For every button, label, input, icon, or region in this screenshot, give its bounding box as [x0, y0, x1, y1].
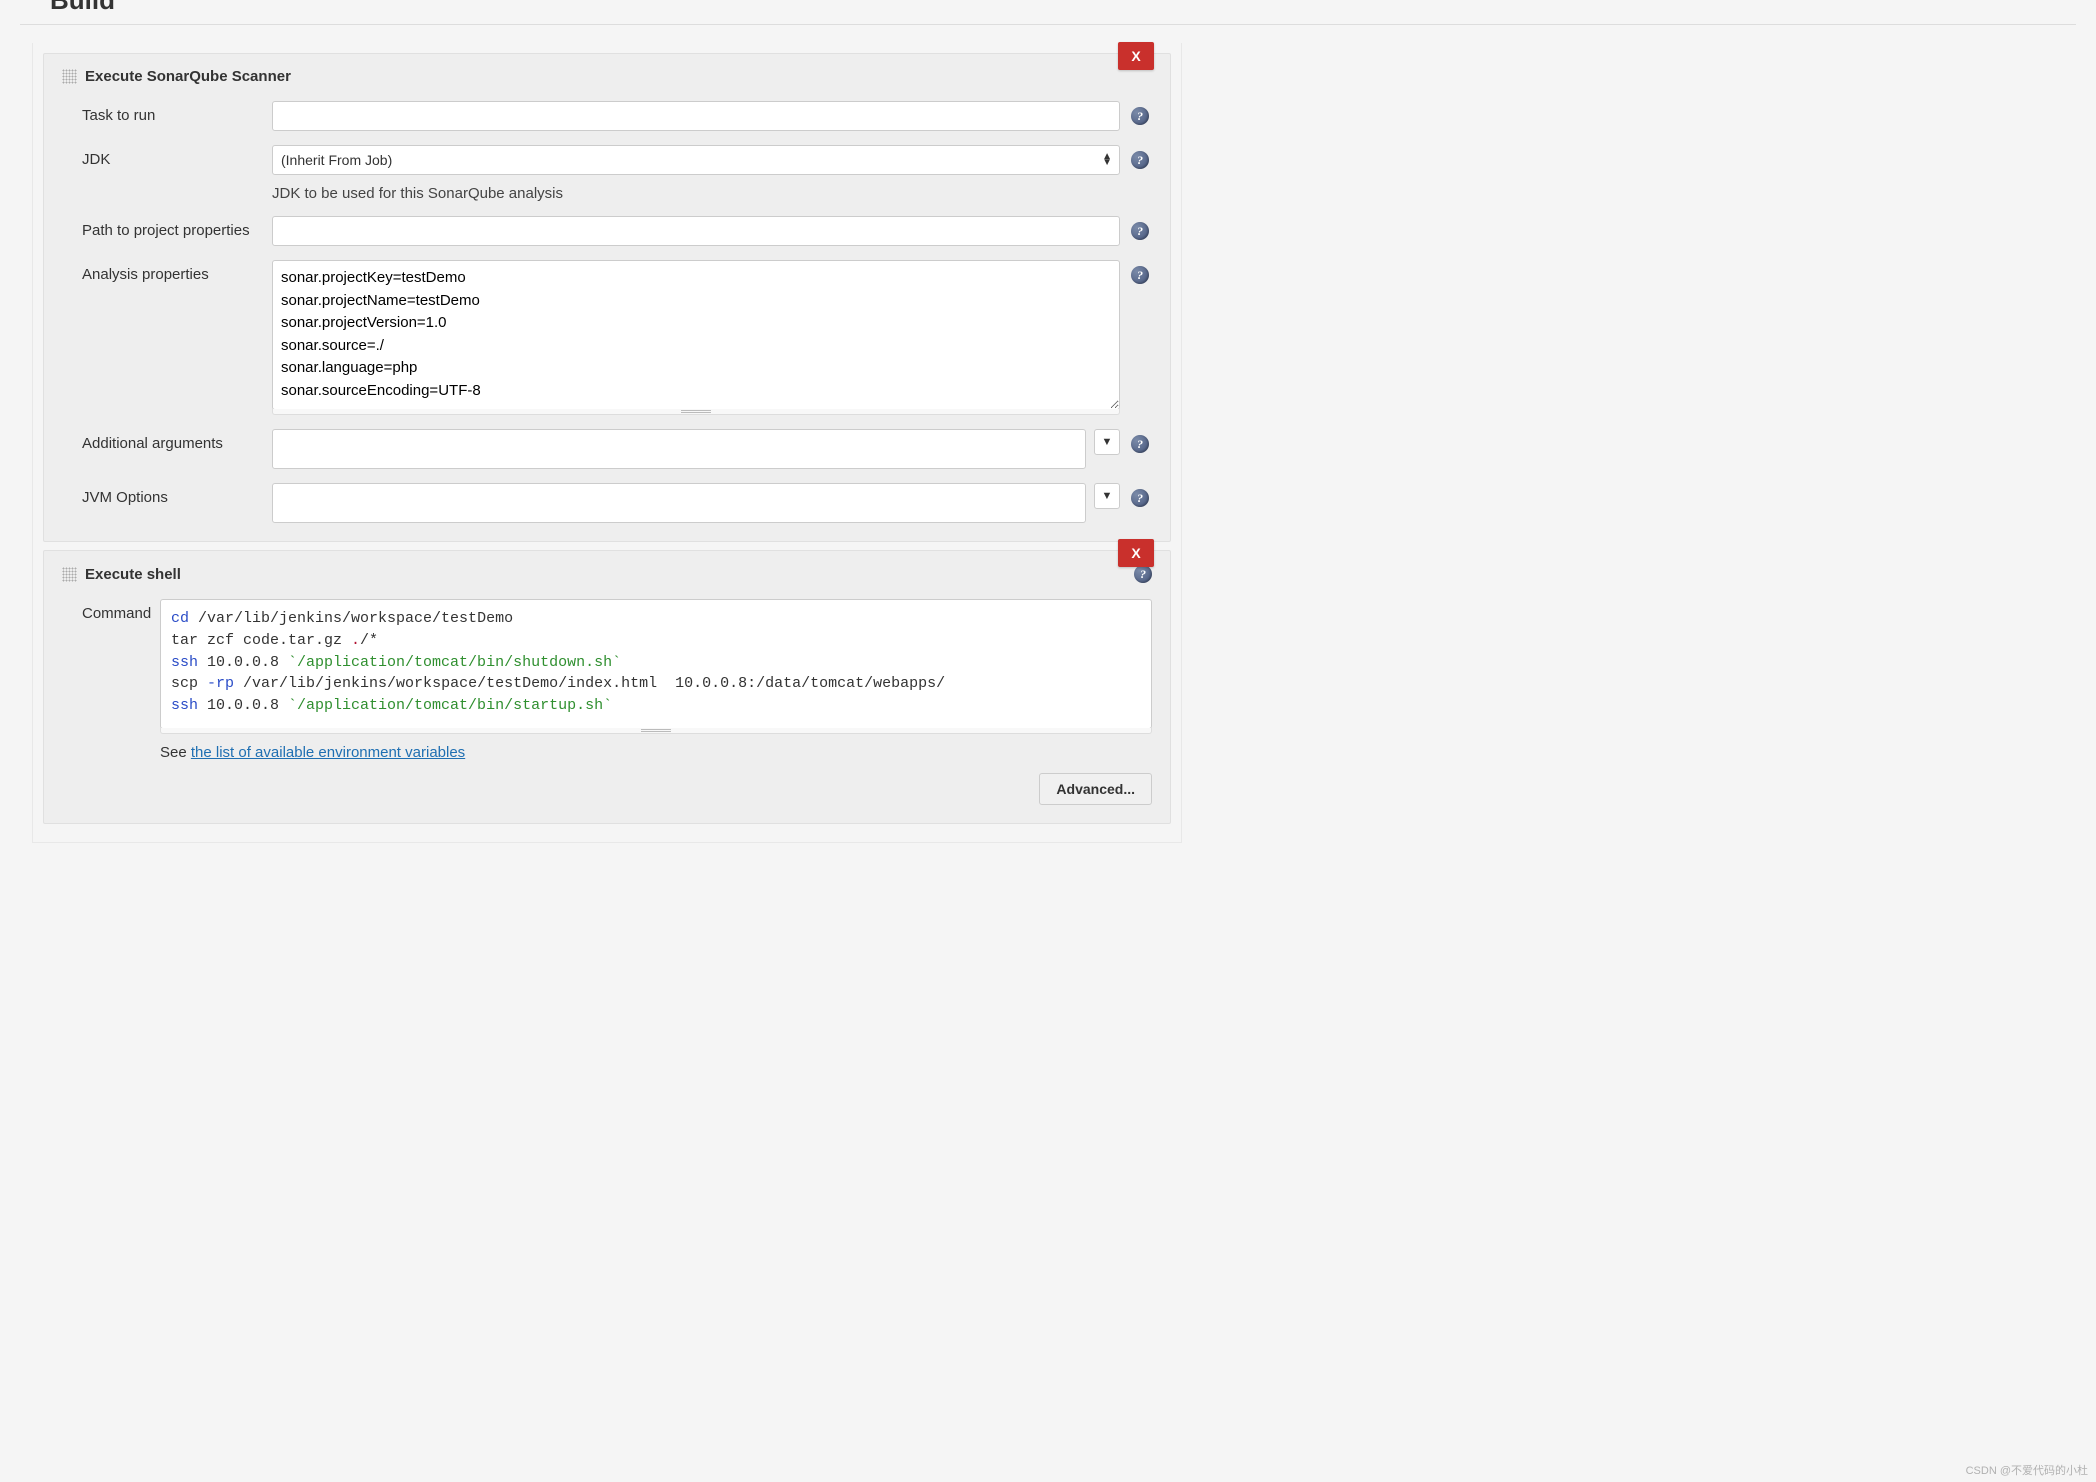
block-title: Execute SonarQube Scanner	[85, 68, 291, 85]
task-to-run-label: Task to run	[62, 101, 272, 124]
help-icon[interactable]: ?	[1131, 107, 1149, 125]
expand-button[interactable]: ▼	[1094, 429, 1120, 455]
task-to-run-input[interactable]	[272, 101, 1120, 131]
analysis-props-label: Analysis properties	[62, 260, 272, 283]
analysis-props-textarea[interactable]: sonar.projectKey=testDemo sonar.projectN…	[272, 260, 1120, 410]
jdk-label: JDK	[62, 145, 272, 168]
watermark-text: CSDN @不爱代码的小杜	[1966, 1462, 2088, 1478]
additional-args-input[interactable]	[272, 429, 1086, 469]
env-vars-prefix: See	[160, 744, 191, 761]
jdk-help-text: JDK to be used for this SonarQube analys…	[272, 185, 1152, 202]
drag-handle-icon[interactable]	[62, 69, 77, 84]
remove-shell-button[interactable]: X	[1118, 539, 1154, 567]
drag-handle-icon[interactable]	[62, 567, 77, 582]
advanced-button[interactable]: Advanced...	[1039, 773, 1152, 805]
expand-button[interactable]: ▼	[1094, 483, 1120, 509]
command-label: Command	[62, 599, 160, 622]
help-icon[interactable]: ?	[1134, 565, 1152, 583]
resize-handle[interactable]	[272, 409, 1120, 415]
command-editor[interactable]: cd /var/lib/jenkins/workspace/testDemo t…	[160, 599, 1152, 729]
help-icon[interactable]: ?	[1131, 435, 1149, 453]
help-icon[interactable]: ?	[1131, 222, 1149, 240]
block-title: Execute shell	[85, 566, 181, 583]
jdk-select[interactable]: (Inherit From Job)	[272, 145, 1120, 175]
build-steps-container: X Execute SonarQube Scanner Task to run …	[32, 43, 1182, 843]
help-icon[interactable]: ?	[1131, 489, 1149, 507]
help-icon[interactable]: ?	[1131, 151, 1149, 169]
divider	[20, 24, 2076, 25]
remove-sonar-button[interactable]: X	[1118, 42, 1154, 70]
resize-handle[interactable]	[160, 728, 1152, 734]
additional-args-label: Additional arguments	[62, 429, 272, 452]
path-props-label: Path to project properties	[62, 216, 272, 239]
jvm-options-label: JVM Options	[62, 483, 272, 506]
path-props-input[interactable]	[272, 216, 1120, 246]
jvm-options-input[interactable]	[272, 483, 1086, 523]
page-title: Build	[50, 0, 2076, 14]
sonarqube-scanner-block: X Execute SonarQube Scanner Task to run …	[43, 53, 1171, 542]
help-icon[interactable]: ?	[1131, 266, 1149, 284]
execute-shell-block: X Execute shell ? Command cd /var/lib/je…	[43, 550, 1171, 824]
env-vars-link[interactable]: the list of available environment variab…	[191, 744, 465, 761]
